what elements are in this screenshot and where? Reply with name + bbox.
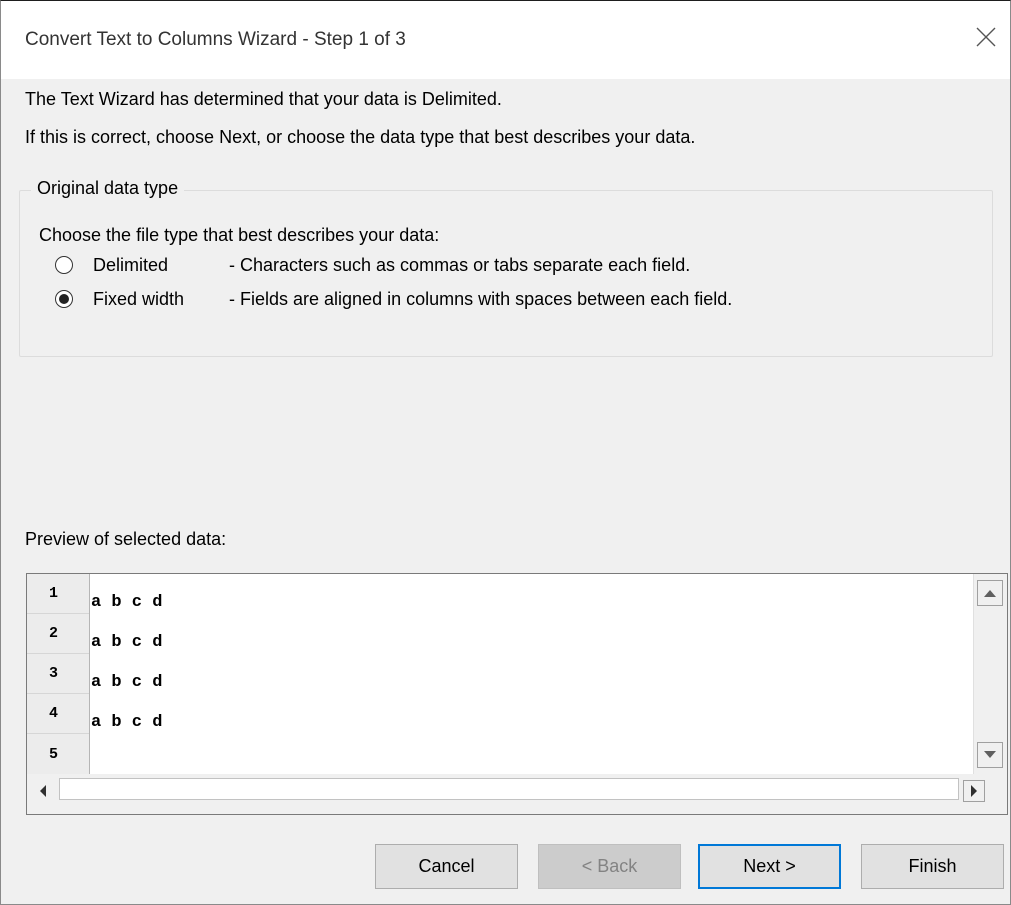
row-number-gutter: 1 2 3 4 5 [27,574,90,774]
radio-description-fixed-width: - Fields are aligned in columns with spa… [229,288,733,309]
triangle-down-icon [984,751,996,758]
row-number: 5 [49,745,59,763]
scroll-down-button[interactable] [977,742,1003,768]
data-preview-panel: 1 2 3 4 5 a b c d a b c d a b c d a b c … [26,573,1008,815]
preview-row-text: a b c d [91,672,163,692]
horizontal-scroll-track[interactable] [59,778,959,800]
intro-line-1: The Text Wizard has determined that your… [25,89,502,109]
horizontal-scrollbar[interactable] [27,774,1007,814]
triangle-left-icon [40,785,46,797]
intro-line-2: If this is correct, choose Next, or choo… [25,127,696,147]
preview-row-text: a b c d [91,592,163,612]
radio-label-delimited[interactable]: Delimited [93,255,168,276]
row-number: 3 [27,654,89,694]
preview-label: Preview of selected data: [25,529,227,549]
cancel-button[interactable]: Cancel [375,844,518,889]
scroll-right-button[interactable] [963,780,985,802]
row-number: 4 [27,694,89,734]
radio-button-fixed-width[interactable] [55,290,73,308]
finish-button[interactable]: Finish [861,844,1004,889]
file-type-prompt: Choose the file type that best describes… [39,225,440,245]
group-legend: Original data type [31,178,185,199]
next-button[interactable]: Next > [698,844,841,889]
window-title: Convert Text to Columns Wizard - Step 1 … [25,29,406,50]
row-number: 2 [27,614,89,654]
preview-row-text: a b c d [91,632,163,652]
radio-delimited[interactable]: Delimited - Characters such as commas or… [55,252,690,278]
scroll-left-button[interactable] [33,780,53,802]
row-number: 1 [27,574,89,614]
radio-button-delimited[interactable] [55,256,73,274]
vertical-scrollbar[interactable] [973,574,1007,774]
close-button[interactable] [966,17,1006,57]
close-icon [976,27,996,47]
radio-description-delimited: - Characters such as commas or tabs sepa… [229,254,691,275]
preview-row-text: a b c d [91,712,163,732]
radio-selected-dot [59,294,69,304]
text-to-columns-dialog: Convert Text to Columns Wizard - Step 1 … [0,0,1011,905]
title-bar: Convert Text to Columns Wizard - Step 1 … [1,1,1010,79]
triangle-up-icon [984,590,996,597]
back-button[interactable]: < Back [538,844,681,889]
radio-fixed-width[interactable]: Fixed width - Fields are aligned in colu… [55,286,732,312]
radio-label-fixed-width[interactable]: Fixed width [93,289,184,310]
scroll-up-button[interactable] [977,580,1003,606]
triangle-right-icon [971,785,977,797]
